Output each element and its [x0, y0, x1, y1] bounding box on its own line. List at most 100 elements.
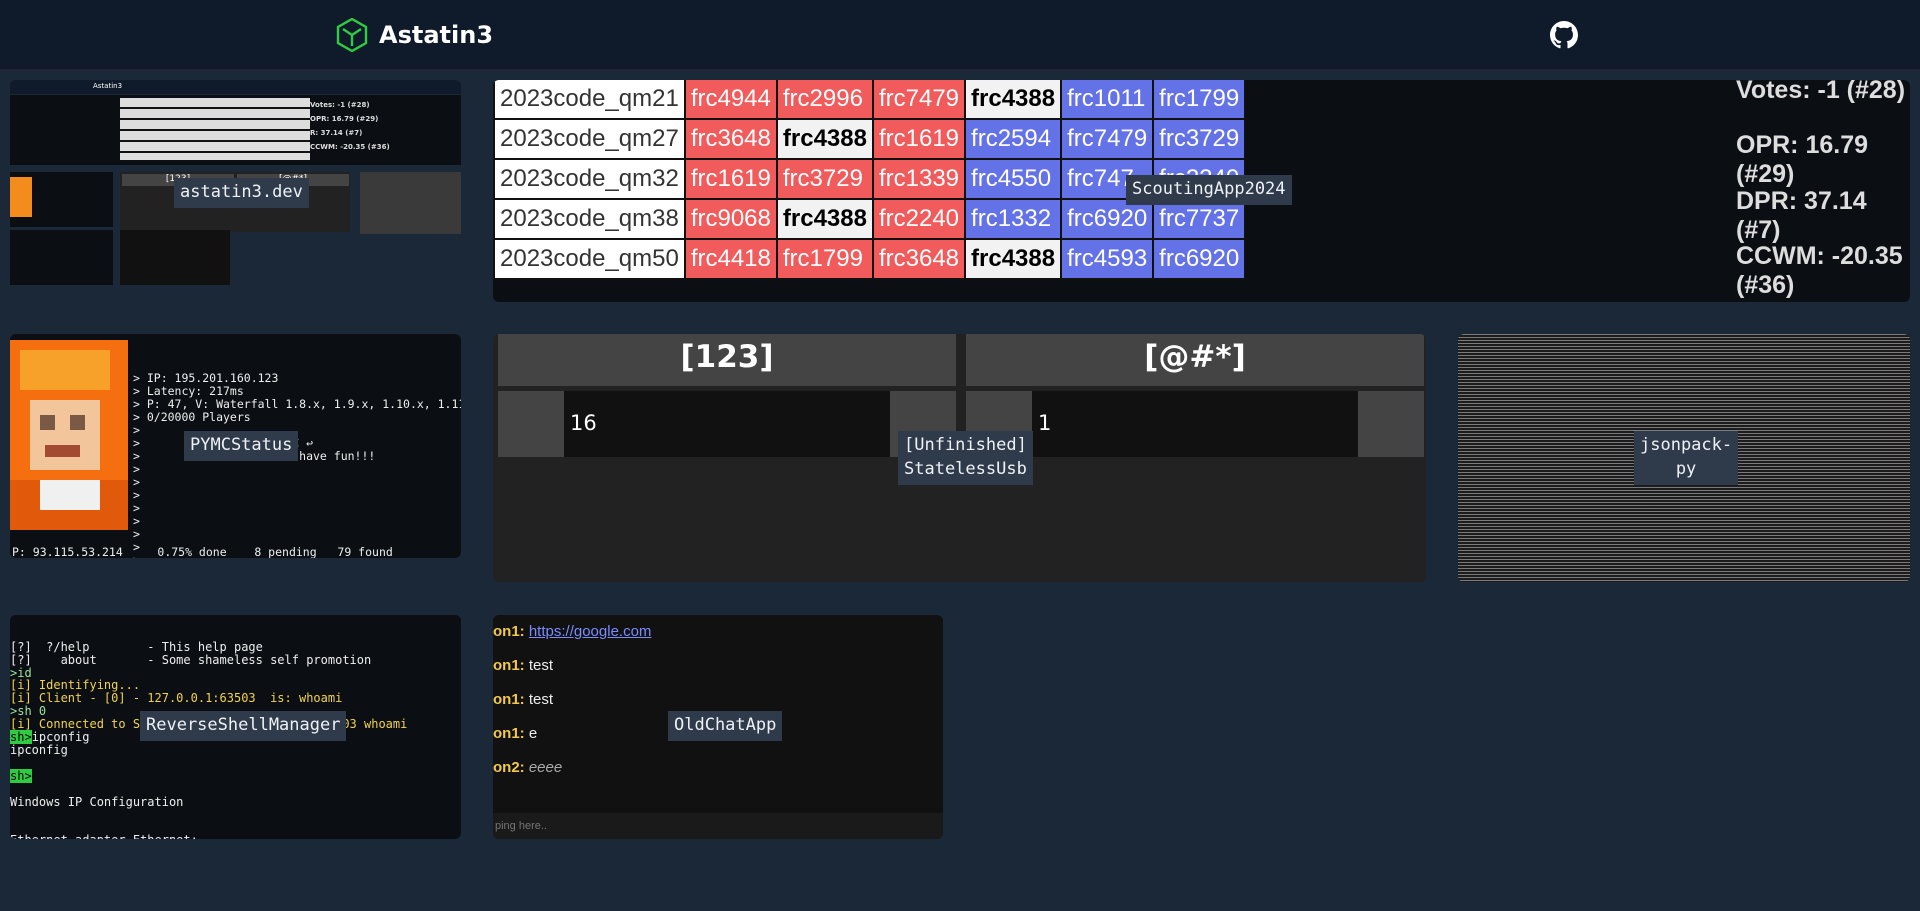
project-tile-jsonpack[interactable]: jsonpack- py — [1458, 334, 1910, 582]
team-cell: frc6920 — [1152, 238, 1247, 280]
terminal-line: > — [133, 514, 140, 528]
brand[interactable]: Astatin3 — [335, 18, 493, 52]
terminal-line: ipconfig — [10, 742, 68, 757]
mini-site-title: Astatin3 — [93, 82, 123, 90]
project-tile-pymc[interactable]: > IP: 195.201.160.123 > Latency: 217ms > P… — [10, 334, 461, 558]
chat-message: on2: eeee — [493, 759, 562, 776]
project-label-jsonpack: jsonpack- py — [1634, 431, 1739, 485]
terminal-line: [i] Client - [0] - 127.0.0.1:63503 is: w… — [10, 691, 343, 706]
team-cell: frc1332 — [964, 198, 1063, 240]
team-cell: frc3648 — [683, 118, 778, 160]
terminal-line: Ethernet adapter Ethernet: — [10, 834, 461, 839]
team-cell: frc4550 — [964, 158, 1063, 200]
terminal-line: > 0/20000 Players — [133, 410, 251, 424]
table-row: 2023code_qm50 frc4418 frc1799 frc3648 frc438… — [493, 238, 1247, 280]
pixel-avatar — [10, 340, 128, 530]
project-tile-scouting[interactable]: 2023code_qm21 frc4944 frc2996 frc7479 frc438… — [493, 80, 1910, 302]
team-cell: frc2594 — [964, 118, 1063, 160]
chat-username: on1: — [493, 657, 529, 674]
match-code-cell: 2023code_qm38 — [493, 198, 686, 240]
top-bar: Astatin3 — [0, 0, 1920, 70]
team-cell: frc4418 — [683, 238, 778, 280]
mini-pymc-preview — [10, 172, 113, 227]
chat-message: on1: e — [493, 725, 537, 742]
col2-increment-button[interactable] — [1358, 391, 1424, 457]
team-cell: frc1799 — [775, 238, 874, 280]
team-cell: frc7479 — [871, 80, 967, 120]
team-stat: Votes: -1 (#28) — [1736, 80, 1906, 104]
mini-topbar: Astatin3 — [10, 80, 461, 94]
team-cell: frc4944 — [683, 80, 778, 120]
project-label-revshell: ReverseShellManager — [140, 711, 347, 741]
terminal-line: > — [133, 462, 140, 476]
chat-message: on1: test — [493, 657, 553, 674]
chat-text: test — [528, 691, 554, 708]
project-tile-chat[interactable]: on1: https://google.com on1: test on1: tes… — [493, 615, 943, 839]
terminal-line: > — [133, 501, 140, 515]
team-cell: frc1011 — [1060, 80, 1155, 120]
project-label-chat: OldChatApp — [668, 711, 783, 741]
chat-input-bar — [493, 813, 943, 839]
terminal-line: sh> — [10, 768, 32, 783]
chat-text: test — [528, 657, 554, 674]
team-stat: DPR: 37.14 (#7) — [1736, 187, 1867, 244]
chat-username: on1: — [493, 725, 529, 742]
github-icon[interactable] — [1550, 21, 1578, 49]
chat-input[interactable] — [493, 813, 943, 839]
table-row: 2023code_qm21 frc4944 frc2996 frc7479 frc438… — [493, 80, 1247, 120]
terminal-line: [?] ?/help - This help page — [10, 639, 263, 654]
terminal-line: > — [133, 527, 140, 541]
team-cell: frc1619 — [683, 158, 778, 200]
team-cell: frc7479 — [1060, 118, 1155, 160]
team-cell: frc1799 — [1152, 80, 1247, 120]
site-title: Astatin3 — [379, 21, 494, 49]
team-cell: frc4388 — [775, 198, 874, 240]
team-cell: frc2240 — [871, 198, 967, 240]
col1-decrement-button[interactable] — [498, 391, 564, 457]
terminal-line: > — [133, 475, 140, 489]
table-row: 2023code_qm27 frc3648 frc4388 frc1619 frc259… — [493, 118, 1247, 160]
match-code-cell: 2023code_qm32 — [493, 158, 686, 200]
team-cell: frc6920 — [1060, 198, 1155, 240]
match-code-cell: 2023code_qm50 — [493, 238, 686, 280]
project-tile-stateless[interactable]: [123] [@#*] 16 1 [Unfinished] StatelessU… — [493, 334, 1426, 582]
chat-message: on1: https://google.com — [493, 623, 651, 640]
team-cell: frc4593 — [1060, 238, 1155, 280]
team-cell: frc4388 — [775, 118, 874, 160]
pymc-footer: P: 93.115.53.214 0.75% done 8 pending 79… — [12, 545, 393, 559]
chat-username: on1: — [493, 691, 529, 708]
mini-chat-preview — [120, 230, 230, 285]
match-code-cell: 2023code_qm21 — [493, 80, 686, 120]
chat-message: on1: test — [493, 691, 553, 708]
team-cell: frc4388 — [964, 80, 1063, 120]
project-label-website: astatin3.dev — [174, 178, 309, 208]
col2-header[interactable]: [@#*] — [966, 334, 1424, 386]
project-tile-website[interactable]: Astatin3 Votes: -1 (#28) OPR: 16.79 (#29)… — [10, 80, 461, 302]
team-cell: frc1619 — [871, 118, 967, 160]
chat-username: on1: — [493, 623, 529, 640]
team-cell: frc3729 — [1152, 118, 1247, 160]
team-cell: frc3648 — [871, 238, 967, 280]
mini-scouting-preview: Votes: -1 (#28) OPR: 16.79 (#29) R: 37.14 … — [10, 95, 461, 165]
project-label-pymc: PYMCStatus — [184, 431, 299, 461]
team-cell: frc4388 — [964, 238, 1063, 280]
chat-username: on2: — [493, 759, 529, 776]
col1-header[interactable]: [123] — [498, 334, 956, 386]
match-code-cell: 2023code_qm27 — [493, 118, 686, 160]
astatine-logo-icon — [336, 18, 368, 52]
terminal-line: > — [133, 488, 140, 502]
team-stat: CCWM: -20.35 (#36) — [1736, 242, 1903, 299]
col1-row: 16 — [498, 391, 956, 457]
terminal-line: Windows IP Configuration — [10, 794, 184, 809]
col1-value: 16 — [570, 411, 597, 435]
col2-value: 1 — [1038, 411, 1052, 435]
team-cell: frc9068 — [683, 198, 778, 240]
team-cell: frc2996 — [775, 80, 874, 120]
project-tile-revshell[interactable]: [?] ?/help - This help page [?] about - S… — [10, 615, 461, 839]
chat-link[interactable]: https://google.com — [529, 623, 652, 640]
team-cell: frc7737 — [1152, 198, 1247, 240]
project-label-stateless: [Unfinished] StatelessUsb — [898, 431, 1033, 485]
mini-jsonpack-preview — [360, 172, 461, 234]
